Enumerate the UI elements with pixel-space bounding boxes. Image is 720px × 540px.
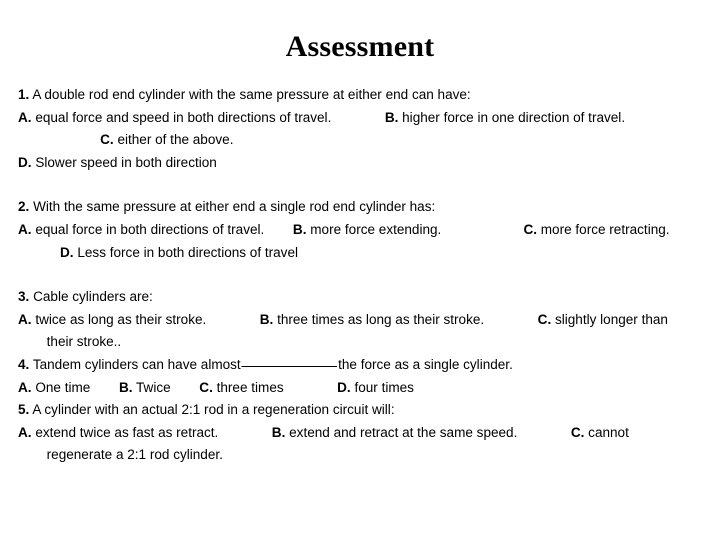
question-4-options-line-1: A. One time B. Twice C. three times D. four… xyxy=(18,377,671,400)
option-label-2d: D. xyxy=(60,244,74,261)
option-text-4b: Twice xyxy=(136,379,171,396)
question-text-3: Cable cylinders are: xyxy=(33,289,153,306)
question-block-1: 1. A double rod end cylinder with the sa… xyxy=(18,84,702,174)
option-text-4c: three times xyxy=(216,379,284,396)
question-spacer xyxy=(18,264,702,286)
question-block-3: 3. Cable cylinders are: A. twice as long… xyxy=(18,286,702,354)
question-block-5: 5. A cylinder with an actual 2:1 rod in … xyxy=(18,399,702,467)
option-text-2d: Less force in both directions of travel xyxy=(77,244,299,261)
option-label-2a: A. xyxy=(18,221,32,238)
option-text-2b: more force extending. xyxy=(310,221,442,238)
option-text-5b: extend and retract at the same speed. xyxy=(289,424,518,441)
option-label-1a: A. xyxy=(18,109,32,126)
question-text-4-after: the force as a single cylinder. xyxy=(338,356,513,373)
question-number-3: 3. xyxy=(18,289,30,306)
question-prompt-4: 4. Tandem cylinders can have almost the f… xyxy=(18,354,671,377)
question-block-4: 4. Tandem cylinders can have almost the f… xyxy=(18,354,702,399)
slide-canvas: Assessment 1. A double rod end cylinder … xyxy=(0,0,720,540)
option-text-4d: four times xyxy=(354,379,414,396)
option-label-1d: D. xyxy=(18,154,32,171)
option-text-5a: extend twice as fast as retract. xyxy=(35,424,219,441)
option-label-4a: A. xyxy=(18,379,32,396)
option-label-4d: D. xyxy=(337,379,351,396)
option-label-5a: A. xyxy=(18,424,32,441)
page-title: Assessment xyxy=(285,30,435,63)
option-label-1b: B. xyxy=(384,109,399,126)
option-text-1b: higher force in one direction of travel. xyxy=(402,109,626,126)
option-text-4a: One time xyxy=(35,379,91,396)
fill-in-blank[interactable] xyxy=(241,365,338,367)
option-label-2c: C. xyxy=(523,221,537,238)
question-number-1: 1. xyxy=(18,87,30,103)
option-label-3c: C. xyxy=(537,311,552,328)
option-label-3b: B. xyxy=(259,311,274,328)
option-label-5c: C. xyxy=(570,424,585,441)
option-text-3a: twice as long as their stroke. xyxy=(35,311,207,328)
question-prompt-1: 1. A double rod end cylinder with the sa… xyxy=(18,84,671,107)
question-spacer xyxy=(18,174,702,196)
question-text-4-before: Tandem cylinders can have almost xyxy=(32,356,241,373)
question-3-options-line-1: A. twice as long as their stroke. B. thre… xyxy=(18,309,671,354)
option-text-1a: equal force and speed in both directions… xyxy=(35,109,332,126)
question-prompt-2: 2. With the same pressure at either end … xyxy=(18,196,671,219)
question-prompt-3: 3. Cable cylinders are: xyxy=(18,286,671,309)
question-number-4: 4. xyxy=(18,356,30,373)
question-number-2: 2. xyxy=(18,199,30,216)
option-label-4b: B. xyxy=(118,379,133,396)
question-block-2: 2. With the same pressure at either end … xyxy=(18,196,702,264)
option-label-1c: C. xyxy=(100,132,114,149)
question-text-2: With the same pressure at either end a s… xyxy=(33,199,436,216)
option-label-4c: C. xyxy=(199,379,213,396)
question-1-options-line-1: A. equal force and speed in both directi… xyxy=(18,107,671,152)
question-1-options-line-2: D. Slower speed in both direction xyxy=(18,152,671,175)
option-text-2a: equal force in both directions of travel… xyxy=(35,221,265,238)
assessment-body: 1. A double rod end cylinder with the sa… xyxy=(18,84,702,467)
option-text-1d: Slower speed in both direction xyxy=(35,154,217,171)
option-label-5b: B. xyxy=(271,424,286,441)
question-text-5: A cylinder with an actual 2:1 rod in a r… xyxy=(32,402,395,419)
option-text-2c: more force retracting. xyxy=(540,221,670,238)
question-prompt-5: 5. A cylinder with an actual 2:1 rod in … xyxy=(18,399,671,422)
option-label-2b: B. xyxy=(292,221,307,238)
question-5-options-line-1: A. extend twice as fast as retract. B. ex… xyxy=(18,422,671,467)
question-2-options-line-1: A. equal force in both directions of tra… xyxy=(18,219,671,264)
option-text-3b: three times as long as their stroke. xyxy=(277,311,485,328)
question-text-1: A double rod end cylinder with the same … xyxy=(32,87,471,103)
question-number-5: 5. xyxy=(18,402,30,419)
option-text-1c: either of the above. xyxy=(117,132,234,149)
option-label-3a: A. xyxy=(18,311,32,328)
